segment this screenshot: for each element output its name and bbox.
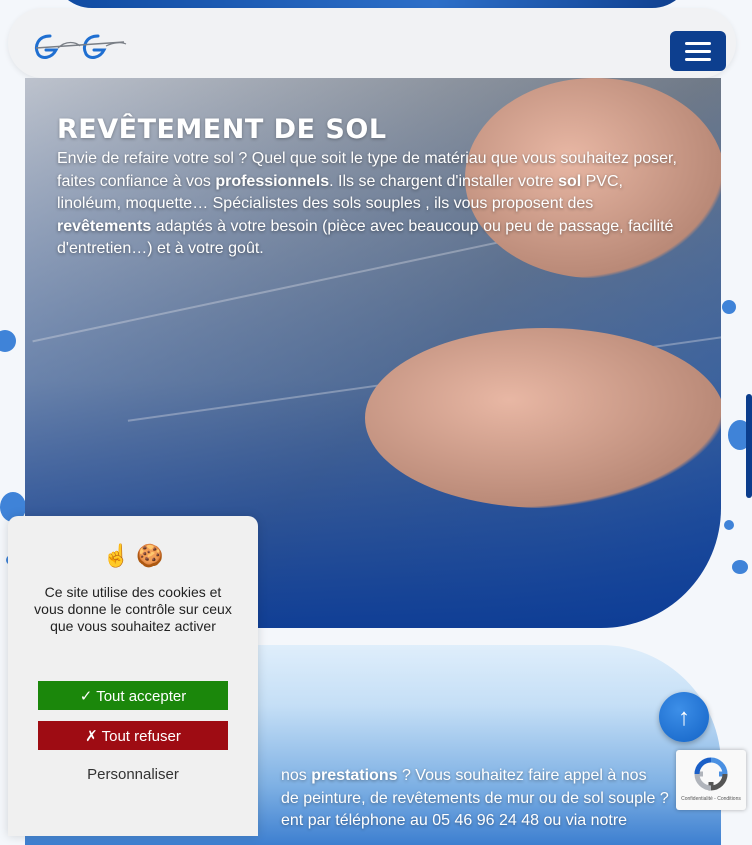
paint-splash: [0, 330, 16, 352]
site-header: [8, 8, 736, 78]
accept-all-button[interactable]: ✓ Tout accepter: [38, 681, 228, 710]
service-title: REVÊTEMENT DE SOL: [57, 114, 387, 145]
paint-splash: [722, 300, 736, 314]
company-logo[interactable]: [32, 28, 128, 68]
hamburger-menu-icon: [685, 58, 711, 61]
menu-button[interactable]: [670, 31, 726, 71]
recaptcha-links[interactable]: Confidentialité - Conditions: [676, 796, 746, 802]
contact-description: nos prestations ? Vous souhaitez faire a…: [281, 765, 721, 833]
customize-link[interactable]: Personnaliser: [8, 766, 258, 783]
text-segment: ent par téléphone au 05 46 96 24 48 ou v…: [281, 812, 628, 829]
text-segment: . Ils se chargent d'installer votre: [329, 172, 559, 190]
refuse-all-button[interactable]: ✗ Tout refuser: [38, 721, 228, 750]
bold-keyword: revêtements: [57, 217, 152, 235]
service-description: Envie de refaire votre sol ? Quel que so…: [57, 148, 687, 261]
previous-service-card: [52, 0, 692, 8]
recaptcha-icon: [694, 757, 728, 791]
scroll-indicator[interactable]: [746, 394, 752, 498]
text-segment: nos: [281, 767, 312, 784]
recaptcha-badge[interactable]: Confidentialité - Conditions: [676, 750, 746, 810]
bold-keyword: sol: [558, 172, 582, 190]
hamburger-menu-icon: [685, 50, 711, 53]
back-to-top-button[interactable]: ↑: [659, 692, 709, 742]
hamburger-menu-icon: [685, 42, 711, 45]
text-segment: de peinture, de revêtements de mur ou de…: [281, 789, 669, 807]
paint-splash: [732, 560, 748, 574]
cookie-consent-panel: ☝ 🍪 Ce site utilise des cookies et vous …: [8, 516, 258, 836]
cookie-message: Ce site utilise des cookies et vous donn…: [34, 584, 232, 634]
bold-keyword: professionnels: [215, 172, 330, 190]
paint-splash: [724, 520, 734, 530]
text-segment: ? Vous souhaitez faire appel à nos: [397, 767, 647, 784]
cookie-icon: ☝ 🍪: [102, 543, 164, 568]
hand-illustration: [365, 328, 721, 508]
bold-keyword: prestations: [311, 767, 398, 784]
